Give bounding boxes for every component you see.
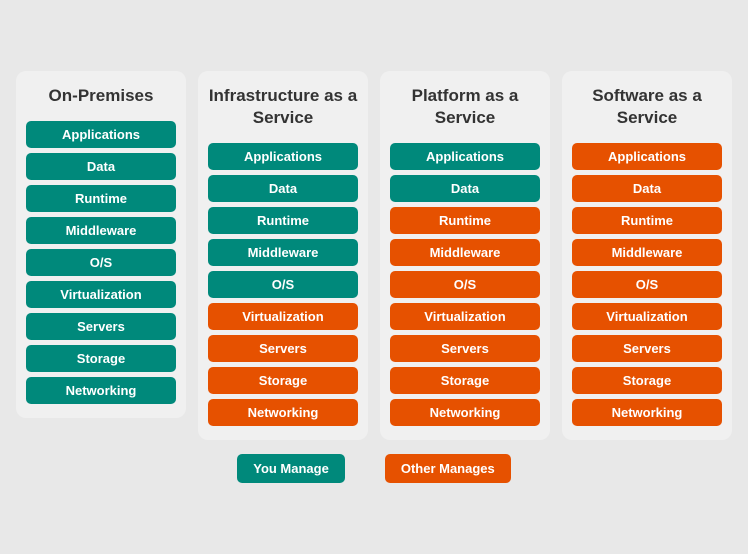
item-networking-iaas: Networking [208, 399, 358, 426]
item-applications-paas: Applications [390, 143, 540, 170]
item-servers-saas: Servers [572, 335, 722, 362]
item-runtime-saas: Runtime [572, 207, 722, 234]
column-title-on-premises: On-Premises [49, 85, 154, 107]
item-runtime-iaas: Runtime [208, 207, 358, 234]
item-runtime-paas: Runtime [390, 207, 540, 234]
item-virtualization-paas: Virtualization [390, 303, 540, 330]
item-virtualization-iaas: Virtualization [208, 303, 358, 330]
item-data-on-premises: Data [26, 153, 176, 180]
item-middleware-paas: Middleware [390, 239, 540, 266]
item-middleware-iaas: Middleware [208, 239, 358, 266]
item-servers-iaas: Servers [208, 335, 358, 362]
column-title-saas: Software as a Service [572, 85, 722, 129]
item-networking-paas: Networking [390, 399, 540, 426]
items-saas: Applications Data Runtime Middleware O/S Virt… [572, 143, 722, 426]
item-virtualization-on-premises: Virtualization [26, 281, 176, 308]
item-storage-iaas: Storage [208, 367, 358, 394]
items-iaas: Applications Data Runtime Middleware O/S Virt… [208, 143, 358, 426]
item-servers-on-premises: Servers [26, 313, 176, 340]
item-applications-on-premises: Applications [26, 121, 176, 148]
item-applications-iaas: Applications [208, 143, 358, 170]
column-title-iaas: Infrastructure as a Service [208, 85, 358, 129]
item-storage-on-premises: Storage [26, 345, 176, 372]
item-middleware-on-premises: Middleware [26, 217, 176, 244]
column-on-premises: On-Premises Applications Data Runtime Middle… [16, 71, 186, 418]
item-storage-saas: Storage [572, 367, 722, 394]
item-data-paas: Data [390, 175, 540, 202]
item-data-saas: Data [572, 175, 722, 202]
item-data-iaas: Data [208, 175, 358, 202]
item-middleware-saas: Middleware [572, 239, 722, 266]
you-manage-label: You Manage [237, 454, 345, 483]
item-o-s-saas: O/S [572, 271, 722, 298]
item-o-s-iaas: O/S [208, 271, 358, 298]
legend-row: You Manage Other Manages [16, 454, 732, 483]
item-o-s-on-premises: O/S [26, 249, 176, 276]
item-servers-paas: Servers [390, 335, 540, 362]
items-paas: Applications Data Runtime Middleware O/S Virt… [390, 143, 540, 426]
column-paas: Platform as a Service Applications Data Run… [380, 71, 550, 440]
item-virtualization-saas: Virtualization [572, 303, 722, 330]
item-runtime-on-premises: Runtime [26, 185, 176, 212]
other-manages-label: Other Manages [385, 454, 511, 483]
item-applications-saas: Applications [572, 143, 722, 170]
main-container: On-Premises Applications Data Runtime Middle… [16, 71, 732, 440]
items-on-premises: Applications Data Runtime Middleware O/S Virt… [26, 121, 176, 404]
item-networking-on-premises: Networking [26, 377, 176, 404]
column-saas: Software as a Service Applications Data Run… [562, 71, 732, 440]
item-o-s-paas: O/S [390, 271, 540, 298]
item-storage-paas: Storage [390, 367, 540, 394]
item-networking-saas: Networking [572, 399, 722, 426]
column-title-paas: Platform as a Service [390, 85, 540, 129]
column-iaas: Infrastructure as a Service Applications D… [198, 71, 368, 440]
